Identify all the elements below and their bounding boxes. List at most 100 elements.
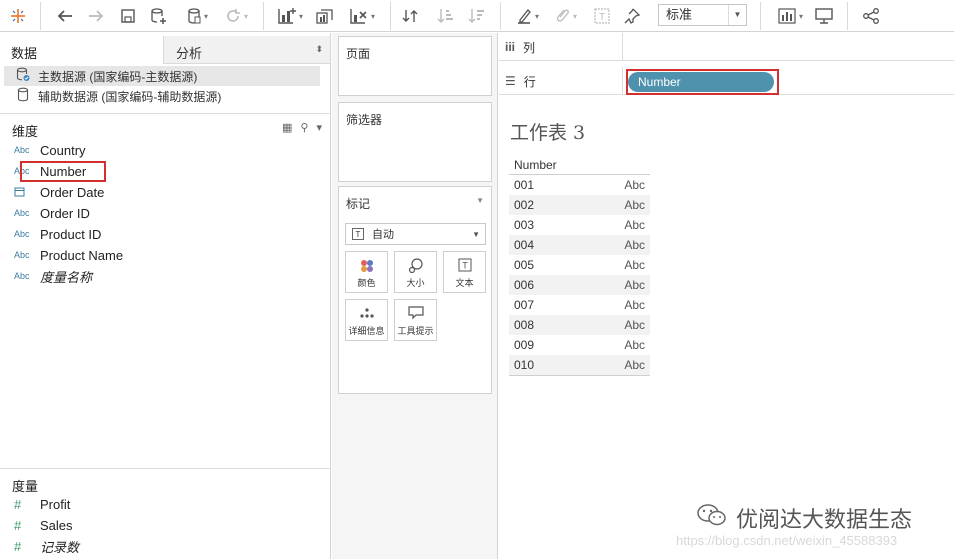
detail-button[interactable]: 详细信息 [345, 299, 388, 341]
chevron-down-icon[interactable]: ▾ [316, 121, 322, 134]
sort-asc-icon[interactable] [435, 5, 457, 27]
dimension-field[interactable]: Abc Product Name [14, 245, 123, 265]
table-row[interactable]: 005 Abc [509, 255, 650, 275]
table-row[interactable]: 003 Abc [509, 215, 650, 235]
detail-label: 详细信息 [348, 326, 385, 336]
row-value: Abc [624, 198, 645, 212]
text-button[interactable]: T 文本 [443, 251, 486, 293]
table-row[interactable]: 006 Abc [509, 275, 650, 295]
save-icon[interactable] [117, 5, 139, 27]
highlight-box [20, 161, 106, 182]
dimension-field[interactable]: Abc Country [14, 140, 86, 160]
highlight-icon[interactable]: ▾ [510, 5, 544, 27]
datasource-primary[interactable]: 主数据源 (国家编码-主数据源) [4, 66, 320, 86]
marks-card: 标记 ▼ T 自动 ▼ 颜色 大小 T 文本 详细信息 工具提示 [338, 186, 492, 394]
size-button[interactable]: 大小 [394, 251, 437, 293]
table-row[interactable]: 010 Abc [509, 355, 650, 375]
columns-shelf[interactable]: iii 列 [499, 33, 954, 61]
share-icon[interactable] [860, 5, 882, 27]
field-name: Product ID [40, 226, 102, 242]
measures-title: 度量 [12, 479, 39, 494]
string-type-icon: Abc [14, 208, 30, 218]
row-key: 002 [514, 198, 535, 212]
table-row[interactable]: 001 Abc [509, 175, 650, 195]
table-row[interactable]: 002 Abc [509, 195, 650, 215]
tableau-logo-icon[interactable] [6, 5, 30, 27]
view-list-icon[interactable]: ▦ [282, 121, 292, 134]
field-name: Profit [40, 496, 71, 512]
size-label: 大小 [406, 278, 425, 288]
filters-card[interactable]: 筛选器 [338, 102, 492, 182]
measures-header: 度量 [0, 468, 330, 494]
datasource-secondary[interactable]: 辅助数据源 (国家编码-辅助数据源) [4, 86, 320, 106]
field-name: Order Date [40, 184, 105, 200]
table-row[interactable]: 007 Abc [509, 295, 650, 315]
dimension-field[interactable]: Abc Product ID [14, 224, 101, 244]
row-key: 007 [514, 298, 535, 312]
pages-card[interactable]: 页面 [338, 36, 492, 96]
tooltip-label: 工具提示 [397, 326, 434, 336]
watermark: 优阅达大数据生态 [696, 502, 912, 534]
number-type-icon: # [14, 517, 22, 533]
chevron-down-icon[interactable]: ▼ [476, 196, 484, 205]
row-value: Abc [624, 358, 645, 372]
color-icon [346, 258, 387, 274]
wechat-icon [696, 502, 728, 534]
pin-icon[interactable] [621, 5, 643, 27]
text-label: 文本 [455, 278, 474, 288]
new-datasource-icon[interactable] [148, 5, 170, 27]
rows-icon: ☰ [505, 74, 516, 88]
dimension-field[interactable]: Abc 度量名称 [14, 266, 92, 286]
presentation-icon[interactable] [813, 5, 835, 27]
text-mark-icon: T [352, 228, 364, 240]
measure-field[interactable]: # 记录数 [14, 536, 79, 556]
table-row[interactable]: 009 Abc [509, 335, 650, 355]
measure-field[interactable]: # Sales [14, 515, 73, 535]
cards-pane: 页面 筛选器 标记 ▼ T 自动 ▼ 颜色 大小 T 文本 详细信息 工具提示 [332, 33, 498, 559]
sort-desc-icon[interactable] [466, 5, 488, 27]
columns-shelf-label: iii 列 [499, 33, 623, 61]
back-icon[interactable] [54, 5, 76, 27]
field-name: Sales [40, 517, 73, 533]
dimensions-header: 维度 ▦ ⚲ ▾ [0, 113, 330, 139]
chart-icon[interactable]: ▾ [772, 5, 808, 27]
forward-icon[interactable] [85, 5, 107, 27]
mark-type-value: 自动 [372, 229, 394, 241]
tooltip-button[interactable]: 工具提示 [394, 299, 437, 341]
text-icon: T [444, 258, 485, 272]
search-icon[interactable]: ⚲ [300, 121, 308, 134]
dimension-field[interactable]: Order Date [14, 182, 104, 202]
number-type-icon: # [14, 538, 22, 554]
swap-icon[interactable] [400, 5, 422, 27]
table-header[interactable]: Number [509, 156, 650, 175]
clear-icon[interactable]: ▾ [344, 5, 380, 27]
color-button[interactable]: 颜色 [345, 251, 388, 293]
svg-text:T: T [599, 12, 605, 23]
new-worksheet-icon[interactable]: ▾ [272, 5, 308, 27]
field-name: Product Name [40, 247, 124, 263]
duplicate-icon[interactable] [314, 5, 336, 27]
pane-tabs: 数据 分析 ⬍ [0, 36, 330, 64]
refresh-icon[interactable]: ▾ [219, 5, 253, 27]
group-icon[interactable]: ▾ [547, 5, 583, 27]
tab-data[interactable]: 数据 [0, 36, 163, 64]
row-value: Abc [624, 338, 645, 352]
field-name: Country [40, 142, 86, 158]
table-row[interactable]: 004 Abc [509, 235, 650, 255]
datasource-icon [16, 87, 30, 105]
data-pane: 数据 分析 ⬍ 主数据源 (国家编码-主数据源) 辅助数据源 (国家编码-辅助数… [0, 33, 331, 559]
row-value: Abc [624, 238, 645, 252]
watermark-url: https://blog.csdn.net/weixin_45588393 [676, 533, 898, 548]
dimension-field[interactable]: Abc Order ID [14, 203, 90, 223]
label-icon[interactable]: T [591, 5, 613, 27]
fit-select[interactable]: 标准 ▼ [658, 4, 747, 26]
datasource-primary-label: 主数据源 (国家编码-主数据源) [38, 69, 198, 84]
table-body: 001 Abc 002 Abc 003 Abc 004 Abc 005 Abc 006 Ab… [509, 175, 650, 375]
datasource-icon[interactable]: ▾ [180, 5, 214, 27]
string-type-icon: Abc [14, 250, 30, 260]
tab-analysis[interactable]: 分析 ⬍ [163, 36, 330, 64]
datasource-secondary-label: 辅助数据源 (国家编码-辅助数据源) [38, 89, 222, 104]
mark-type-select[interactable]: T 自动 ▼ [345, 223, 486, 245]
measure-field[interactable]: # Profit [14, 494, 70, 514]
table-row[interactable]: 008 Abc [509, 315, 650, 335]
